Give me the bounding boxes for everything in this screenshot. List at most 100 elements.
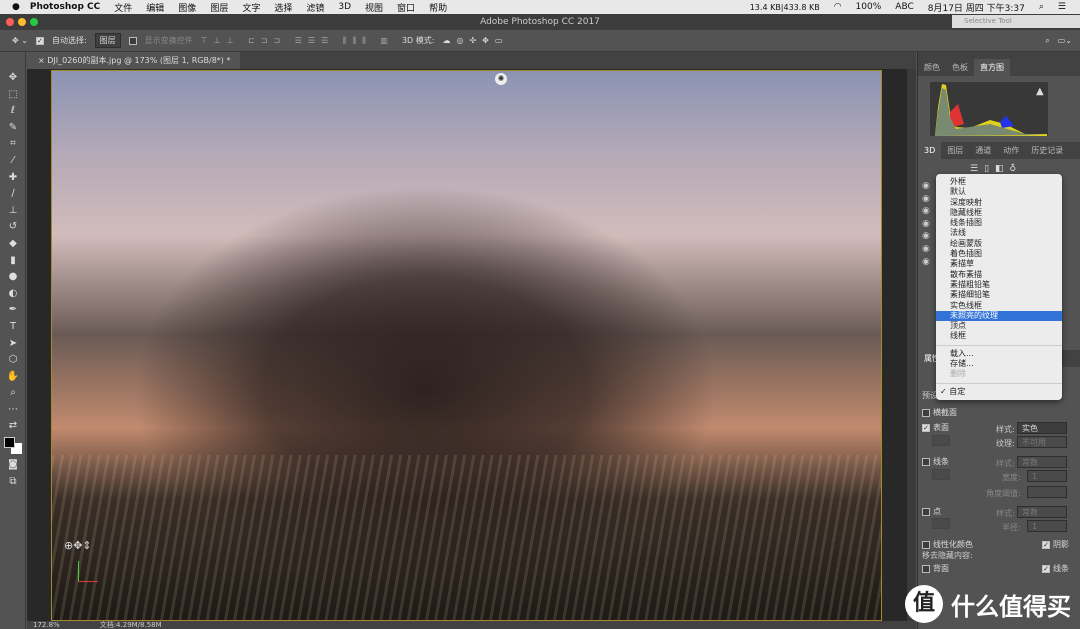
menu-help[interactable]: 帮助 [429,1,447,14]
menu-filter[interactable]: 滤镜 [306,1,324,14]
tab-actions[interactable]: 动作 [997,142,1025,159]
search-icon[interactable]: ⌕ [1045,36,1049,46]
light-source-icon[interactable]: ✺ [495,73,507,85]
hidden-lines-option[interactable]: ✓ 线条 [1042,563,1069,574]
show-transform-checkbox[interactable] [128,36,137,45]
dodge-tool-icon[interactable]: ◐ [0,286,26,303]
screen-mode-icon[interactable]: ⧉ [0,474,26,491]
wifi-icon[interactable]: ◠ [834,2,842,12]
history-brush-tool-icon[interactable]: ↺ [0,219,26,236]
lines-option[interactable]: 线条 [922,456,949,467]
move-tool-icon[interactable]: ✥ ⌄ [12,36,28,45]
3d-mode-buttons[interactable]: ☁◎✣✥▭ [442,36,508,45]
tab-histogram[interactable]: 直方图 [974,59,1010,76]
input-method[interactable]: ABC [895,2,913,12]
auto-select-checkbox[interactable]: ✓ [35,36,44,45]
auto-select-dropdown[interactable]: 图层 [94,33,121,48]
menu-select[interactable]: 选择 [274,1,292,14]
zoom-level[interactable]: 172.8% [33,621,60,629]
lines-color-swatch[interactable] [932,469,950,480]
menu-item[interactable]: 外框 [936,177,1062,187]
menu-item[interactable]: 深度映射 [936,198,1062,208]
menu-layer[interactable]: 图层 [210,1,228,14]
notification-icon[interactable]: ☰ [1058,2,1066,12]
menu-custom[interactable]: ✓ 自定 [936,387,1062,397]
menu-item[interactable]: 绘画蒙版 [936,239,1062,249]
3d-camera-widget-icon[interactable]: ⊕✥⇕ [64,539,92,552]
menu-item[interactable]: 实色线框 [936,301,1062,311]
pen-tool-icon[interactable]: ✒ [0,302,26,319]
crop-tool-icon[interactable]: ⌗ [0,136,26,153]
tab-history[interactable]: 历史记录 [1025,142,1069,159]
stamp-tool-icon[interactable]: ⊥ [0,203,26,220]
menu-window[interactable]: 窗口 [397,1,415,14]
align-buttons[interactable]: ⊤⊥⊥ ⊏⊐⊐ ☰☰☰ ⫼⫼⫼ ▥ [201,36,394,46]
eyedropper-tool-icon[interactable]: ⁄ [0,153,26,170]
points-option[interactable]: 点 [922,506,941,517]
move-tool-icon[interactable]: ✥ [0,70,26,87]
document-tab[interactable]: × DJI_0260的副本.jpg @ 173% (图层 1, RGB/8*) … [28,52,241,69]
menu-item[interactable]: 素描粗铅笔 [936,280,1062,290]
menu-item[interactable]: 素描细铅笔 [936,290,1062,300]
shadow-option[interactable]: ✓ 阴影 [1042,539,1069,550]
zoom-window-button[interactable] [30,18,38,26]
selective-tool-window[interactable]: Selective Tool [952,15,1080,28]
menu-view[interactable]: 视图 [365,1,383,14]
zoom-tool-icon[interactable]: ⌕ [0,385,26,402]
menu-type[interactable]: 文字 [242,1,260,14]
minimize-button[interactable] [18,18,26,26]
menu-item[interactable]: 线条插图 [936,218,1062,228]
battery-label[interactable]: 100% [856,2,882,12]
menu-item[interactable]: 素描草 [936,259,1062,269]
lasso-tool-icon[interactable]: ℓ [0,103,26,120]
healing-tool-icon[interactable]: ✚ [0,170,26,187]
menu-load[interactable]: 载入... [936,349,1062,359]
menu-item[interactable]: 法线 [936,228,1062,238]
surface-color-swatch[interactable] [932,435,950,446]
tab-swatches[interactable]: 色板 [946,59,974,76]
workspace-icon[interactable]: ▭⌄ [1058,36,1072,45]
eraser-tool-icon[interactable]: ◆ [0,236,26,253]
marquee-tool-icon[interactable]: ⬚ [0,87,26,104]
cross-section-option[interactable]: 横截面 [922,407,957,418]
brush-tool-icon[interactable]: ∕ [0,186,26,203]
quick-select-tool-icon[interactable]: ✎ [0,120,26,137]
gradient-tool-icon[interactable]: ▮ [0,253,26,270]
menu-file[interactable]: 文件 [114,1,132,14]
vertical-scrollbar[interactable] [907,69,916,621]
points-color-swatch[interactable] [932,518,950,529]
menu-item[interactable]: 默认 [936,187,1062,197]
menu-3d[interactable]: 3D [338,2,351,12]
document-canvas-image[interactable]: ✺ ⊕✥⇕ [51,70,882,621]
menu-app[interactable]: Photoshop CC [30,2,100,12]
menu-save[interactable]: 存储... [936,359,1062,369]
apple-icon[interactable]: ● [12,2,20,12]
close-window-button[interactable] [6,18,14,26]
tab-3d[interactable]: 3D [918,142,942,159]
3d-scene-visibility-icons[interactable]: ◉ ◉ ◉ ◉ ◉ ◉ ◉ [922,180,930,268]
close-tab-icon[interactable]: × [38,56,47,65]
menu-image[interactable]: 图像 [178,1,196,14]
swap-colors-icon[interactable]: ⇄ [0,418,26,435]
menu-item[interactable]: 散布素描 [936,270,1062,280]
menu-item[interactable]: 着色插图 [936,249,1062,259]
menu-edit[interactable]: 编辑 [146,1,164,14]
3d-filter-icons[interactable]: ☰▯◧♁ [970,164,1022,174]
type-tool-icon[interactable]: T [0,319,26,336]
menu-item[interactable]: 顶点 [936,321,1062,331]
tab-channels[interactable]: 通道 [969,142,997,159]
quick-mask-icon[interactable]: ◙ [0,457,26,474]
clock[interactable]: 8月17日 周四 下午3:37 [928,1,1025,14]
more-tools-icon[interactable]: ⋯ [0,402,26,419]
surface-option[interactable]: ✓ 表面 [922,422,949,433]
linearize-colors-option[interactable]: 线性化颜色 [922,539,973,550]
color-swatches[interactable] [0,435,25,457]
menu-item[interactable]: 隐藏线框 [936,208,1062,218]
doc-size[interactable]: 文档:4.29M/8.58M [100,621,162,629]
spotlight-icon[interactable]: ⌕ [1039,2,1044,12]
menu-item[interactable]: 线框 [936,331,1062,341]
backface-option[interactable]: 背面 [922,563,949,574]
blur-tool-icon[interactable]: ● [0,269,26,286]
tab-color[interactable]: 颜色 [918,59,946,76]
shape-tool-icon[interactable]: ⬡ [0,352,26,369]
